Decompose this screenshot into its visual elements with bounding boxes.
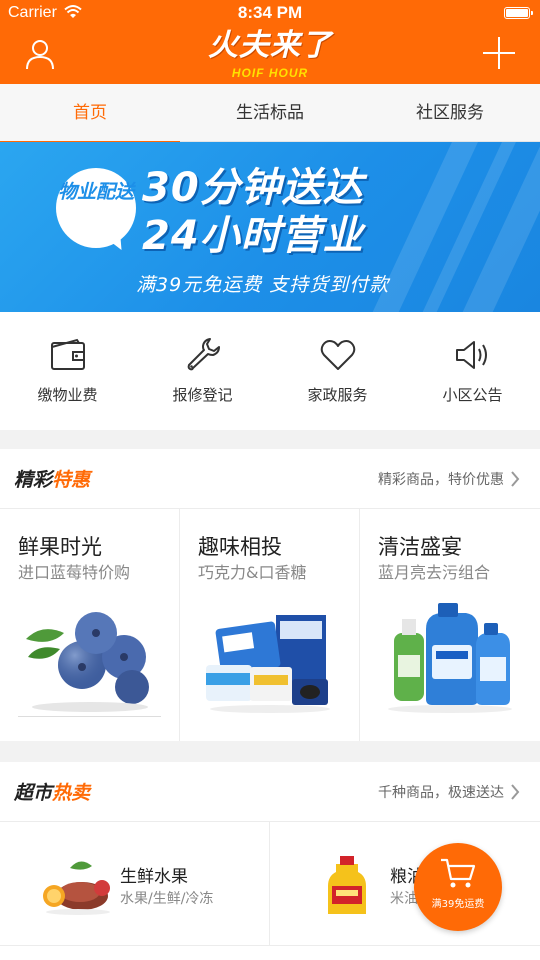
category-tabs: 首页 生活标品 社区服务 — [0, 84, 540, 143]
wrench-icon — [187, 338, 220, 371]
featured-section-header[interactable]: 精彩特惠 精彩商品，特价优惠 — [0, 449, 540, 509]
promo-card-cleaning[interactable]: 清洁盛宴 蓝月亮去污组合 — [360, 509, 540, 741]
cart-label: 满39免运费 — [431, 899, 485, 910]
promo-subtitle: 蓝月亮去污组合 — [378, 563, 491, 582]
tab-daily-goods[interactable]: 生活标品 — [180, 84, 360, 142]
hot-section-header[interactable]: 超市热卖 千种商品，极速送达 — [0, 762, 540, 822]
cart-icon — [441, 858, 476, 888]
quick-services: 缴物业费 报修登记 家政服务 小区公告 — [0, 312, 540, 430]
app-logo: 火夫来了 HOIF HOUR — [0, 30, 540, 81]
featured-more-link[interactable]: 精彩商品，特价优惠 — [378, 469, 504, 489]
status-bar: Carrier 8:34 PM — [0, 0, 540, 28]
featured-section-title: 精彩特惠 — [14, 465, 90, 492]
tab-home[interactable]: 首页 — [0, 84, 180, 143]
promo-title: 清洁盛宴 — [378, 535, 462, 559]
cooking-oil-image — [328, 856, 366, 914]
blueberries-image — [26, 612, 149, 712]
promo-title: 鲜果时光 — [18, 535, 102, 559]
service-property-fee[interactable]: 缴物业费 — [0, 312, 135, 430]
banner-headline-line2: 24小时营业 — [142, 213, 364, 259]
service-label: 小区公告 — [442, 386, 503, 404]
section-title-part: 超市 — [14, 782, 53, 804]
hot-more-link[interactable]: 千种商品，极速送达 — [378, 782, 504, 802]
promo-card-fruit[interactable]: 鲜果时光 进口蓝莓特价购 — [0, 509, 180, 741]
promo-subtitle: 巧克力&口香糖 — [198, 563, 307, 582]
section-title-highlight: 特惠 — [52, 469, 91, 491]
banner-headline-line1: 30分钟送达 — [142, 165, 364, 211]
tab-community-services[interactable]: 社区服务 — [360, 84, 540, 142]
service-repair[interactable]: 报修登记 — [135, 312, 270, 430]
top-bar: Carrier 8:34 PM 火夫来了 HOIF HOUR — [0, 0, 540, 84]
fresh-food-image — [43, 861, 110, 915]
battery-icon — [504, 7, 533, 19]
logo-text-en: HOIF HOUR — [231, 66, 309, 80]
banner-subline: 满39元免运费 支持货到付款 — [136, 274, 390, 296]
promo-cards: 鲜果时光 进口蓝莓特价购 趣味相投 巧克力&口香糖 清洁盛宴 蓝月亮去污组合 — [0, 509, 540, 741]
banner-headline: 30分钟送达 24小时营业 — [142, 164, 364, 260]
section-title-highlight: 热卖 — [52, 782, 91, 804]
section-title-part: 精彩 — [14, 469, 53, 491]
banner-bubble-text: 物业配送 — [57, 181, 134, 203]
service-announcement[interactable]: 小区公告 — [405, 312, 540, 430]
promo-title: 趣味相投 — [198, 535, 282, 559]
promo-divider — [18, 716, 161, 717]
service-label: 报修登记 — [172, 386, 233, 404]
service-label: 缴物业费 — [37, 386, 98, 404]
chevron-right-icon — [511, 784, 520, 800]
hot-item-subtitle: 水果/生鲜/冷冻 — [120, 891, 214, 907]
snacks-image — [206, 615, 330, 713]
chevron-right-icon — [511, 471, 520, 487]
speaker-icon — [456, 341, 487, 369]
hot-item-fresh[interactable]: 生鲜水果 水果/生鲜/冷冻 — [0, 822, 270, 946]
status-time: 8:34 PM — [237, 3, 303, 22]
promo-card-snacks[interactable]: 趣味相投 巧克力&口香糖 — [180, 509, 360, 741]
hot-section-title: 超市热卖 — [14, 778, 90, 805]
service-label: 家政服务 — [307, 386, 368, 404]
detergent-image — [388, 603, 512, 713]
plus-icon[interactable] — [482, 36, 516, 70]
service-housekeeping[interactable]: 家政服务 — [270, 312, 405, 430]
cart-button[interactable]: 满39免运费 — [414, 843, 502, 931]
heart-icon — [320, 340, 356, 370]
promo-banner[interactable]: 物业配送 30分钟送达 24小时营业 满39元免运费 支持货到付款 — [0, 142, 540, 312]
wallet-icon — [51, 338, 85, 370]
hot-item-name: 生鲜水果 — [120, 867, 188, 887]
promo-subtitle: 进口蓝莓特价购 — [18, 563, 131, 582]
logo-text-cn: 火夫来了 — [208, 28, 332, 63]
